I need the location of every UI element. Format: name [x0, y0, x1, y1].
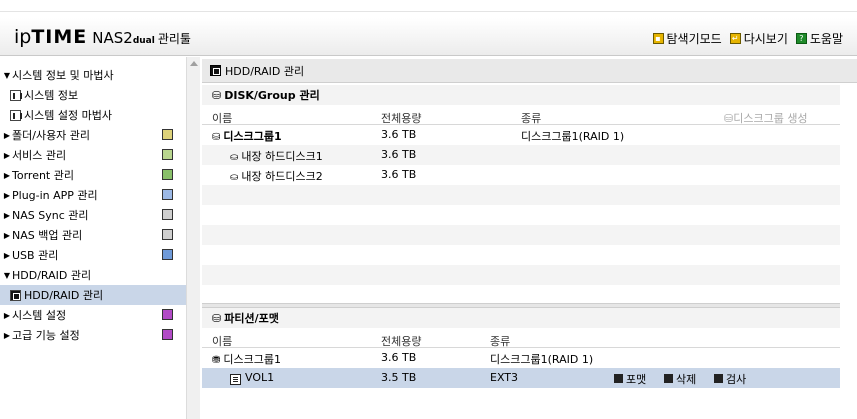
empty-row: [202, 265, 840, 285]
main-panel: HDD/RAID 관리 ⛁ DISK/Group 관리 이름 전체용량 종류 ⛁…: [202, 57, 857, 419]
check-icon: [714, 374, 723, 383]
sidebar-item-folder-user[interactable]: ▶ 폴더/사용자 관리: [0, 125, 186, 145]
sidebar-item-system-settings[interactable]: ▶ 시스템 설정: [0, 305, 186, 325]
page-title: HDD/RAID 관리: [202, 59, 857, 83]
app-header: ipTIME NAS2dual 관리툴 ▪ 탐색기모드 ↵ 다시보기 ? 도움말: [0, 18, 857, 56]
plugin-icon: [162, 189, 173, 200]
triangle-right-icon: ▶: [3, 210, 11, 220]
table-row[interactable]: ⛃ 디스크그룹1 3.6 TB 디스크그룹1(RAID 1): [202, 348, 840, 368]
triangle-right-icon: ▶: [3, 170, 11, 180]
chart-icon: [10, 109, 22, 121]
hard-disk-icon: ⛀: [230, 172, 239, 183]
hard-disk-icon: ⛀: [230, 152, 239, 163]
sidebar-item-setup-wizard[interactable]: 시스템 설정 마법사: [0, 105, 186, 125]
partition-section-header: ⛁ 파티션/포맷: [202, 308, 840, 328]
sidebar-item-nas-sync[interactable]: ▶ NAS Sync 관리: [0, 205, 186, 225]
sync-icon: [162, 209, 173, 220]
partition-icon: ⛁: [212, 311, 222, 325]
advanced-icon: [162, 329, 173, 340]
empty-row: [202, 185, 840, 205]
torrent-icon: [162, 169, 173, 180]
disk-group-icon: ⛁: [212, 88, 222, 102]
triangle-right-icon: ▶: [3, 190, 11, 200]
triangle-right-icon: ▶: [3, 150, 11, 160]
sidebar-item-plugin-app[interactable]: ▶ Plug-in APP 관리: [0, 185, 186, 205]
format-button[interactable]: 포맷: [614, 371, 646, 387]
sidebar: ▼ 시스템 정보 및 마법사 시스템 정보 시스템 설정 마법사 ▶ 폴더/사용…: [0, 57, 186, 419]
table-row[interactable]: ⛁ 디스크그룹1 3.6 TB 디스크그룹1(RAID 1): [202, 125, 840, 145]
reload-icon: ↵: [729, 33, 741, 44]
empty-row: [202, 285, 840, 305]
check-button[interactable]: 검사: [714, 371, 746, 387]
disk-icon: [10, 289, 21, 301]
volume-icon: [230, 374, 241, 385]
service-icon: [162, 149, 173, 160]
partition-table-header: 이름 전체용량 종류: [202, 330, 840, 348]
delete-icon: [664, 374, 673, 383]
iptime-logo: ipTIME NAS2dual 관리툴: [14, 26, 191, 48]
table-row-selected[interactable]: VOL1 3.5 TB EXT3 포맷 삭제 검사: [202, 368, 840, 388]
top-strip: [0, 0, 857, 12]
disk-group-icon: ⛁: [212, 132, 221, 143]
sidebar-item-torrent[interactable]: ▶ Torrent 관리: [0, 165, 186, 185]
empty-row: [202, 245, 840, 265]
triangle-down-icon: ▼: [3, 270, 11, 280]
format-icon: [614, 374, 623, 383]
disk-group-section-header: ⛁ DISK/Group 관리: [202, 85, 840, 105]
help-link[interactable]: ? 도움말: [795, 30, 843, 47]
sidebar-item-hdd-raid[interactable]: ▼ HDD/RAID 관리: [0, 265, 186, 285]
triangle-right-icon: ▶: [3, 130, 11, 140]
triangle-right-icon: ▶: [3, 330, 11, 340]
backup-icon: [162, 229, 173, 240]
disk-group-icon: ⛃: [212, 355, 221, 366]
scroll-up-arrow-icon[interactable]: [190, 61, 198, 66]
sidebar-scrollbar[interactable]: [186, 57, 200, 419]
empty-row: [202, 225, 840, 245]
empty-row: [202, 205, 840, 225]
sidebar-item-hdd-raid-manage[interactable]: HDD/RAID 관리: [0, 285, 186, 305]
settings-icon: [162, 309, 173, 320]
sidebar-item-nas-backup[interactable]: ▶ NAS 백업 관리: [0, 225, 186, 245]
sidebar-item-advanced[interactable]: ▶ 고급 기능 설정: [0, 325, 186, 345]
explorer-mode-link[interactable]: ▪ 탐색기모드: [652, 30, 722, 47]
reload-link[interactable]: ↵ 다시보기: [729, 30, 788, 47]
sidebar-item-service[interactable]: ▶ 서비스 관리: [0, 145, 186, 165]
disk-table-header: 이름 전체용량 종류 ⛁디스크그룹 생성: [202, 107, 840, 125]
sidebar-item-usb[interactable]: ▶ USB 관리: [0, 245, 186, 265]
table-row[interactable]: ⛀ 내장 하드디스크2 3.6 TB: [202, 165, 840, 185]
chart-icon: [10, 89, 22, 101]
sidebar-item-system-info-wizard[interactable]: ▼ 시스템 정보 및 마법사: [0, 65, 186, 85]
create-disk-group-button[interactable]: ⛁디스크그룹 생성: [724, 110, 808, 126]
sidebar-item-system-info[interactable]: 시스템 정보: [0, 85, 186, 105]
delete-button[interactable]: 삭제: [664, 371, 696, 387]
usb-icon: [162, 249, 173, 260]
header-links: ▪ 탐색기모드 ↵ 다시보기 ? 도움말: [652, 30, 843, 47]
triangle-right-icon: ▶: [3, 310, 11, 320]
triangle-right-icon: ▶: [3, 230, 11, 240]
explore-icon: ▪: [652, 33, 664, 44]
triangle-down-icon: ▼: [3, 70, 11, 80]
triangle-right-icon: ▶: [3, 250, 11, 260]
disk-icon: [210, 65, 221, 76]
user-folder-icon: [162, 129, 173, 140]
table-row[interactable]: ⛀ 내장 하드디스크1 3.6 TB: [202, 145, 840, 165]
help-icon: ?: [795, 33, 807, 44]
